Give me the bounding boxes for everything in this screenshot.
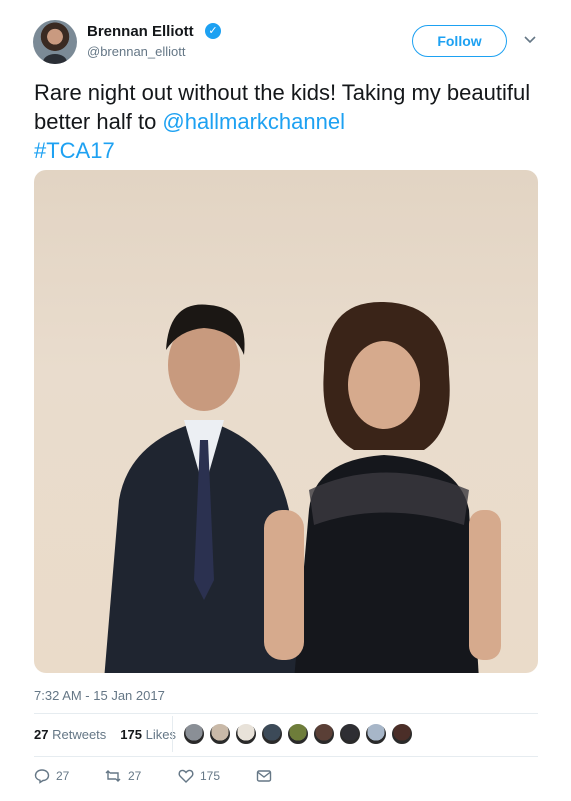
liker-avatar[interactable] xyxy=(313,723,335,745)
liker-avatar[interactable] xyxy=(287,723,309,745)
like-action[interactable]: 175 xyxy=(178,768,256,784)
retweet-icon xyxy=(105,770,121,782)
reply-action[interactable]: 27 xyxy=(34,768,104,784)
author-handle[interactable]: @brennan_elliott xyxy=(87,44,185,59)
tweet-actions: 27 27 175 xyxy=(34,768,272,784)
retweets-count: 27 xyxy=(34,727,49,742)
retweets-stat[interactable]: 27 Retweets xyxy=(34,727,106,742)
retweet-count: 27 xyxy=(128,769,142,783)
follow-button[interactable]: Follow xyxy=(412,25,507,57)
mention-link[interactable]: @hallmarkchannel xyxy=(162,109,345,134)
liker-avatar[interactable] xyxy=(339,723,361,745)
tweet-timestamp[interactable]: 7:32 AM - 15 Jan 2017 xyxy=(34,688,165,703)
likes-stat[interactable]: 175 Likes xyxy=(120,727,176,742)
retweets-label: Retweets xyxy=(52,727,107,742)
author-avatar[interactable] xyxy=(33,20,77,64)
chevron-down-icon[interactable] xyxy=(523,32,537,46)
reply-count: 27 xyxy=(56,769,70,783)
tweet-text: Rare night out without the kids! Taking … xyxy=(34,78,544,165)
liker-avatar[interactable] xyxy=(183,723,205,745)
likes-count: 175 xyxy=(120,727,142,742)
verified-badge-icon: ✓ xyxy=(205,23,221,39)
liker-avatar[interactable] xyxy=(209,723,231,745)
like-count: 175 xyxy=(200,769,221,783)
liker-avatars xyxy=(183,723,413,745)
divider xyxy=(34,756,538,757)
tweet-photo[interactable] xyxy=(34,170,538,673)
engagement-stats: 27 Retweets 175 Likes xyxy=(34,727,176,742)
retweet-action[interactable]: 27 xyxy=(104,768,178,784)
stats-separator xyxy=(172,716,173,752)
liker-avatar[interactable] xyxy=(235,723,257,745)
envelope-icon xyxy=(256,770,272,782)
liker-avatar[interactable] xyxy=(365,723,387,745)
hashtag-link[interactable]: #TCA17 xyxy=(34,138,115,163)
heart-icon xyxy=(178,769,194,783)
author-name[interactable]: Brennan Elliott xyxy=(87,23,194,40)
liker-avatar[interactable] xyxy=(391,723,413,745)
reply-icon xyxy=(34,769,50,784)
divider xyxy=(34,713,538,714)
liker-avatar[interactable] xyxy=(261,723,283,745)
direct-message-action[interactable] xyxy=(256,769,272,783)
photo-person-woman xyxy=(264,301,501,673)
